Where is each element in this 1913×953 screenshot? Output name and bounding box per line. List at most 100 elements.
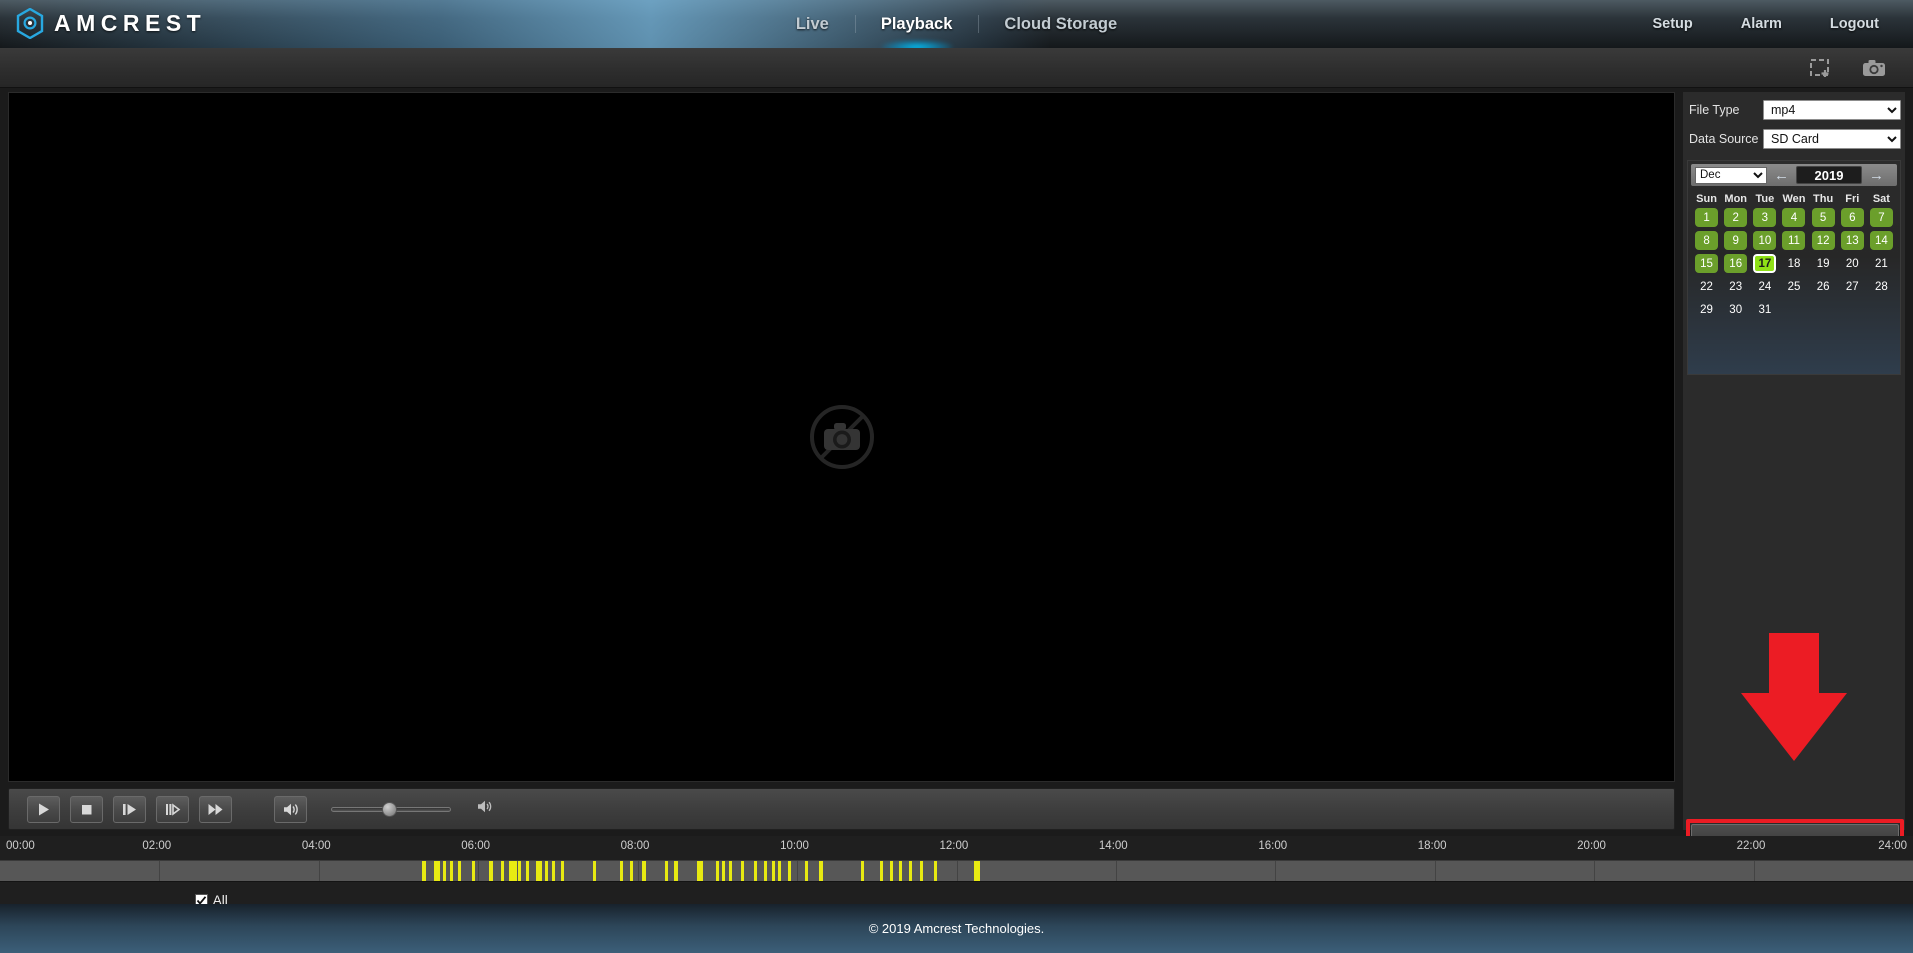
calendar-day-29[interactable]: 29 (1692, 299, 1721, 320)
calendar-day-12[interactable]: 12 (1809, 230, 1838, 251)
year-display[interactable]: 2019 (1796, 166, 1862, 184)
calendar-day-26[interactable]: 26 (1809, 276, 1838, 297)
timeline-recording-segment[interactable] (629, 861, 633, 881)
timeline-recording-segment[interactable] (471, 861, 476, 881)
mute-toggle-button[interactable] (274, 795, 307, 823)
data-source-select[interactable]: SD Card (1763, 128, 1901, 149)
stop-button[interactable] (70, 795, 103, 823)
timeline-recording-segment[interactable] (561, 861, 565, 881)
next-year-icon[interactable]: → (1866, 167, 1887, 184)
volume-slider[interactable] (331, 798, 451, 820)
nav-item-alarm[interactable]: Alarm (1717, 0, 1806, 48)
next-frame-button[interactable] (156, 795, 189, 823)
timeline-recording-segment[interactable] (508, 861, 517, 881)
calendar-day-31[interactable]: 31 (1750, 299, 1779, 320)
timeline-recording-segment[interactable] (535, 861, 542, 881)
digital-zoom-icon[interactable] (1807, 55, 1833, 81)
calendar-day-25[interactable]: 25 (1779, 276, 1808, 297)
timeline-recording-segment[interactable] (974, 861, 981, 881)
slow-play-button[interactable] (113, 795, 146, 823)
timeline-recording-segment[interactable] (819, 861, 823, 881)
timeline-recording-segment[interactable] (526, 861, 530, 881)
file-type-select[interactable]: mp4 (1763, 99, 1901, 120)
nav-item-cloud-storage[interactable]: Cloud Storage (978, 0, 1143, 48)
timeline-recording-segment[interactable] (763, 861, 767, 881)
timeline-recording-segment[interactable] (443, 861, 447, 881)
timeline-recording-segment[interactable] (722, 861, 726, 881)
timeline-recording-segment[interactable] (457, 861, 461, 881)
play-button[interactable] (27, 795, 60, 823)
calendar-day-11[interactable]: 11 (1779, 230, 1808, 251)
timeline-recording-segment[interactable] (500, 861, 504, 881)
calendar-day-1[interactable]: 1 (1692, 207, 1721, 228)
nav-item-playback[interactable]: Playback (854, 0, 979, 48)
timeline-recording-segment[interactable] (919, 861, 924, 881)
timeline-recording-segment[interactable] (860, 861, 865, 881)
calendar-day-20[interactable]: 20 (1838, 253, 1867, 274)
timeline-recording-segment[interactable] (879, 861, 884, 881)
calendar-day-8[interactable]: 8 (1692, 230, 1721, 251)
timeline-recording-segment[interactable] (777, 861, 782, 881)
calendar-day-label: 13 (1840, 231, 1864, 250)
calendar-day-22[interactable]: 22 (1692, 276, 1721, 297)
timeline-recording-segment[interactable] (754, 861, 758, 881)
month-select[interactable]: Dec (1695, 166, 1767, 184)
calendar-day-17[interactable]: 17 (1750, 253, 1779, 274)
calendar-day-14[interactable]: 14 (1867, 230, 1896, 251)
prev-year-icon[interactable]: ← (1771, 167, 1792, 184)
timeline-recording-segment[interactable] (518, 861, 522, 881)
calendar-day-9[interactable]: 9 (1721, 230, 1750, 251)
calendar-day-21[interactable]: 21 (1867, 253, 1896, 274)
calendar-day-24[interactable]: 24 (1750, 276, 1779, 297)
calendar-day-28[interactable]: 28 (1867, 276, 1896, 297)
calendar-day-5[interactable]: 5 (1809, 207, 1838, 228)
timeline-recording-segment[interactable] (728, 861, 732, 881)
timeline-recording-segment[interactable] (449, 861, 453, 881)
nav-item-logout[interactable]: Logout (1806, 0, 1903, 48)
nav-item-live[interactable]: Live (770, 0, 855, 48)
calendar-day-13[interactable]: 13 (1838, 230, 1867, 251)
volume-knob[interactable] (381, 802, 397, 817)
timeline-recording-segment[interactable] (433, 861, 440, 881)
timeline-hour-divider (478, 861, 480, 881)
calendar-day-7[interactable]: 7 (1867, 207, 1896, 228)
calendar-day-10[interactable]: 10 (1750, 230, 1779, 251)
calendar-day-27[interactable]: 27 (1838, 276, 1867, 297)
calendar-day-19[interactable]: 19 (1809, 253, 1838, 274)
timeline-recording-segment[interactable] (715, 861, 719, 881)
timeline-recording-segment[interactable] (664, 861, 668, 881)
calendar-day-30[interactable]: 30 (1721, 299, 1750, 320)
video-player[interactable] (8, 92, 1675, 782)
calendar-day-23[interactable]: 23 (1721, 276, 1750, 297)
timeline-recording-segment[interactable] (489, 861, 493, 881)
timeline-track[interactable] (0, 860, 1913, 882)
calendar-day-2[interactable]: 2 (1721, 207, 1750, 228)
timeline-recording-segment[interactable] (545, 861, 549, 881)
timeline-recording-segment[interactable] (771, 861, 775, 881)
timeline-recording-segment[interactable] (787, 861, 791, 881)
timeline-recording-segment[interactable] (741, 861, 745, 881)
timeline-recording-segment[interactable] (674, 861, 678, 881)
timeline-recording-segment[interactable] (593, 861, 597, 881)
timeline-recording-segment[interactable] (908, 861, 912, 881)
nav-item-setup[interactable]: Setup (1628, 0, 1716, 48)
snapshot-camera-icon[interactable] (1861, 55, 1887, 81)
timeline-recording-segment[interactable] (934, 861, 938, 881)
timeline-tick-2400: 24:00 (1878, 840, 1907, 852)
volume-level-icon[interactable] (477, 799, 495, 819)
timeline-recording-segment[interactable] (889, 861, 893, 881)
fast-forward-button[interactable] (199, 795, 232, 823)
timeline-recording-segment[interactable] (642, 861, 646, 881)
timeline-recording-segment[interactable] (551, 861, 555, 881)
calendar-day-3[interactable]: 3 (1750, 207, 1779, 228)
timeline-recording-segment[interactable] (805, 861, 809, 881)
calendar-day-18[interactable]: 18 (1779, 253, 1808, 274)
calendar-day-16[interactable]: 16 (1721, 253, 1750, 274)
calendar-day-15[interactable]: 15 (1692, 253, 1721, 274)
calendar-day-4[interactable]: 4 (1779, 207, 1808, 228)
timeline-recording-segment[interactable] (620, 861, 624, 881)
calendar-day-6[interactable]: 6 (1838, 207, 1867, 228)
timeline-recording-segment[interactable] (899, 861, 903, 881)
timeline-recording-segment[interactable] (696, 861, 704, 881)
timeline-recording-segment[interactable] (422, 861, 426, 881)
